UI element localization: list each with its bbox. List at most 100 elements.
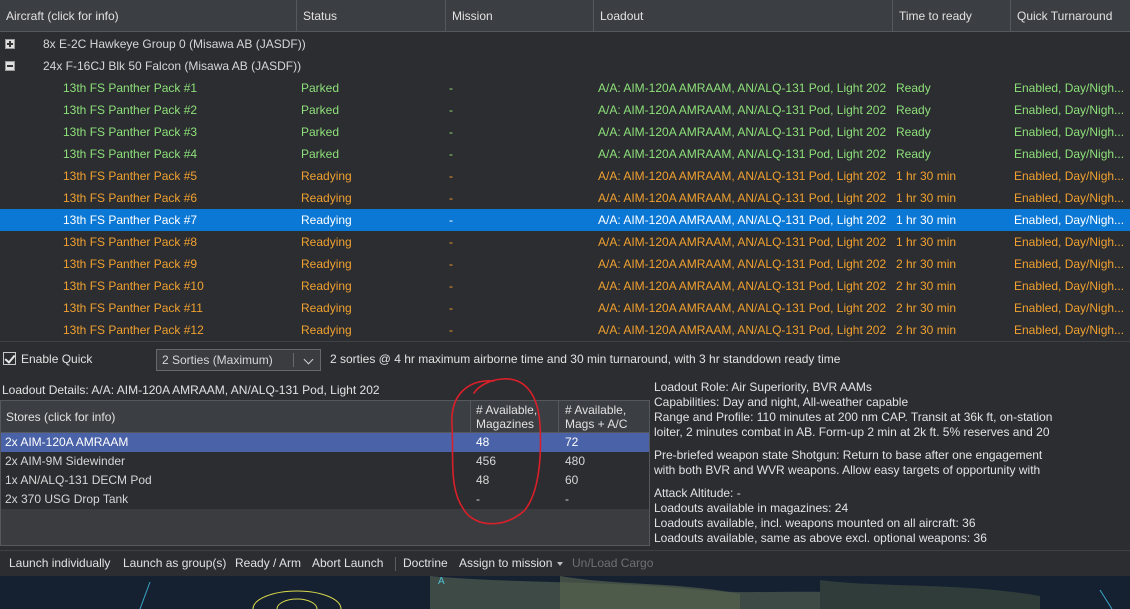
collapse-minus-icon[interactable] (5, 61, 15, 71)
quick-turnaround-bar: Enable Quick 2 Sorties (Maximum) 2 sorti… (0, 341, 1130, 377)
col-ac-line2: Mags + A/C (565, 417, 628, 431)
aircraft-loadout: A/A: AIM-120A AMRAAM, AN/ALQ-131 Pod, Li… (598, 213, 887, 227)
sortie-description: 2 sorties @ 4 hr maximum airborne time a… (330, 352, 841, 366)
col-aircraft[interactable]: Aircraft (click for info) (0, 0, 297, 32)
aircraft-time-to-ready: 1 hr 30 min (896, 235, 957, 249)
aircraft-row[interactable]: 13th FS Panther Pack #2 Parked - A/A: AIM-1… (0, 99, 1130, 121)
store-available-magazines: 48 (476, 473, 490, 487)
col-mission[interactable]: Mission (446, 0, 594, 32)
aircraft-time-to-ready: Ready (896, 147, 931, 161)
aircraft-row[interactable]: 13th FS Panther Pack #1 Parked - A/A: AIM-1… (0, 77, 1130, 99)
col-quick-turnaround[interactable]: Quick Turnaround (1011, 0, 1130, 32)
aircraft-row[interactable]: 13th FS Panther Pack #3 Parked - A/A: AIM-1… (0, 121, 1130, 143)
aircraft-row[interactable]: 13th FS Panther Pack #10 Readying - A/A: AI… (0, 275, 1130, 297)
aircraft-status: Readying (301, 169, 352, 183)
aircraft-loadout: A/A: AIM-120A AMRAAM, AN/ALQ-131 Pod, Li… (598, 191, 887, 205)
aircraft-time-to-ready: Ready (896, 103, 931, 117)
aircraft-status: Readying (301, 235, 352, 249)
aircraft-time-to-ready: 2 hr 30 min (896, 279, 957, 293)
aircraft-status: Readying (301, 323, 352, 337)
aircraft-loadout: A/A: AIM-120A AMRAAM, AN/ALQ-131 Pod, Li… (598, 279, 887, 293)
aircraft-window: { "columns": ["Aircraft (click for info)… (0, 0, 1130, 609)
group-row[interactable]: 24x F-16CJ Blk 50 Falcon (Misawa AB (JAS… (0, 55, 1130, 77)
aircraft-loadout: A/A: AIM-120A AMRAAM, AN/ALQ-131 Pod, Li… (598, 81, 887, 95)
col-loadout[interactable]: Loadout (594, 0, 893, 32)
doctrine-button[interactable]: Doctrine (403, 551, 448, 576)
aircraft-row[interactable]: 13th FS Panther Pack #6 Readying - A/A: AIM… (0, 187, 1130, 209)
aircraft-mission: - (449, 191, 453, 205)
col-time-to-ready[interactable]: Time to ready (893, 0, 1011, 32)
aircraft-mission: - (449, 301, 453, 315)
map-label: A (438, 576, 445, 587)
aircraft-row[interactable]: 13th FS Panther Pack #5 Readying - A/A: AIM… (0, 165, 1130, 187)
assign-to-mission-button[interactable]: Assign to mission (459, 551, 564, 576)
loadout-capabilities: Capabilities: Day and night, All-weather… (654, 395, 909, 409)
expand-plus-icon[interactable] (5, 39, 15, 49)
store-available-mags-ac: 480 (565, 454, 586, 468)
aircraft-loadout: A/A: AIM-120A AMRAAM, AN/ALQ-131 Pod, Li… (598, 125, 887, 139)
aircraft-time-to-ready: 2 hr 30 min (896, 323, 957, 337)
store-row[interactable]: 2x AIM-120A AMRAAM 48 72 (1, 433, 649, 452)
aircraft-name: 13th FS Panther Pack #4 (63, 147, 198, 161)
aircraft-quick-turnaround: Enabled, Day/Nigh... (1014, 147, 1125, 161)
store-available-magazines: 48 (476, 435, 490, 449)
aircraft-quick-turnaround: Enabled, Day/Nigh... (1014, 81, 1125, 95)
dropdown-arrow-icon (557, 561, 564, 566)
sorties-dropdown[interactable]: 2 Sorties (Maximum) (156, 349, 321, 371)
aircraft-time-to-ready: 2 hr 30 min (896, 301, 957, 315)
loadout-details-title: Loadout Details: A/A: AIM-120A AMRAAM, A… (2, 383, 380, 397)
aircraft-name: 13th FS Panther Pack #9 (63, 257, 198, 271)
aircraft-row[interactable]: 13th FS Panther Pack #11 Readying - A/A: AI… (0, 297, 1130, 319)
loadouts-available-magazines: Loadouts available in magazines: 24 (654, 501, 849, 515)
aircraft-row[interactable]: 13th FS Panther Pack #9 Readying - A/A: AIM… (0, 253, 1130, 275)
aircraft-mission: - (449, 125, 453, 139)
attack-altitude: Attack Altitude: - (654, 486, 741, 500)
col-available-magazines[interactable]: # Available, Magazines (471, 401, 559, 433)
group-label: 8x E-2C Hawkeye Group 0 (Misawa AB (JASD… (43, 37, 306, 51)
launch-as-group-button[interactable]: Launch as group(s) (123, 551, 226, 576)
aircraft-mission: - (449, 323, 453, 337)
aircraft-row[interactable]: 13th FS Panther Pack #12 Readying - A/A: AI… (0, 319, 1130, 341)
aircraft-quick-turnaround: Enabled, Day/Nigh... (1014, 323, 1125, 337)
group-label: 24x F-16CJ Blk 50 Falcon (Misawa AB (JAS… (43, 59, 302, 73)
aircraft-quick-turnaround: Enabled, Day/Nigh... (1014, 169, 1125, 183)
aircraft-loadout: A/A: AIM-120A AMRAAM, AN/ALQ-131 Pod, Li… (598, 235, 887, 249)
weapon-state-line1: Pre-briefed weapon state Shotgun: Return… (654, 448, 1043, 462)
ready-arm-button[interactable]: Ready / Arm (235, 551, 301, 576)
abort-launch-button[interactable]: Abort Launch (312, 551, 383, 576)
aircraft-name: 13th FS Panther Pack #12 (63, 323, 204, 337)
group-row[interactable]: 8x E-2C Hawkeye Group 0 (Misawa AB (JASD… (0, 33, 1130, 55)
stores-table-header: Stores (click for info) # Available, Mag… (1, 401, 649, 433)
store-available-mags-ac: 60 (565, 473, 579, 487)
store-name: 2x AIM-120A AMRAAM (5, 435, 129, 449)
store-row[interactable]: 2x AIM-9M Sidewinder 456 480 (1, 452, 649, 471)
aircraft-quick-turnaround: Enabled, Day/Nigh... (1014, 191, 1125, 205)
enable-quick-checkbox[interactable] (3, 352, 16, 365)
aircraft-row[interactable]: 13th FS Panther Pack #8 Readying - A/A: AIM… (0, 231, 1130, 253)
aircraft-time-to-ready: 1 hr 30 min (896, 191, 957, 205)
aircraft-quick-turnaround: Enabled, Day/Nigh... (1014, 301, 1125, 315)
aircraft-quick-turnaround: Enabled, Day/Nigh... (1014, 235, 1125, 249)
col-stores[interactable]: Stores (click for info) (1, 401, 471, 433)
aircraft-loadout: A/A: AIM-120A AMRAAM, AN/ALQ-131 Pod, Li… (598, 169, 887, 183)
aircraft-time-to-ready: 1 hr 30 min (896, 213, 957, 227)
loadouts-available-excl: Loadouts available, same as above excl. … (654, 531, 987, 545)
aircraft-status: Parked (301, 147, 340, 161)
aircraft-name: 13th FS Panther Pack #10 (63, 279, 204, 293)
aircraft-row[interactable]: 13th FS Panther Pack #4 Parked - A/A: AIM-1… (0, 143, 1130, 165)
launch-individually-button[interactable]: Launch individually (9, 551, 110, 576)
aircraft-row[interactable]: 13th FS Panther Pack #7 Readying - A/A: AIM… (0, 209, 1130, 231)
store-row[interactable]: 1x AN/ALQ-131 DECM Pod 48 60 (1, 471, 649, 490)
unload-cargo-button[interactable]: Un/Load Cargo (572, 551, 653, 576)
col-status[interactable]: Status (297, 0, 446, 32)
map-view[interactable]: A (0, 576, 1130, 609)
bottom-toolbar: Launch individually Launch as group(s) R… (0, 550, 1130, 575)
aircraft-time-to-ready: Ready (896, 125, 931, 139)
aircraft-name: 13th FS Panther Pack #5 (63, 169, 198, 183)
assign-to-mission-label: Assign to mission (459, 556, 553, 570)
col-available-mags-ac[interactable]: # Available, Mags + A/C (559, 401, 649, 433)
sorties-value: 2 Sorties (Maximum) (162, 353, 273, 367)
store-row[interactable]: 2x 370 USG Drop Tank - - (1, 490, 649, 509)
col-mag-line1: # Available, (476, 403, 538, 417)
aircraft-mission: - (449, 169, 453, 183)
